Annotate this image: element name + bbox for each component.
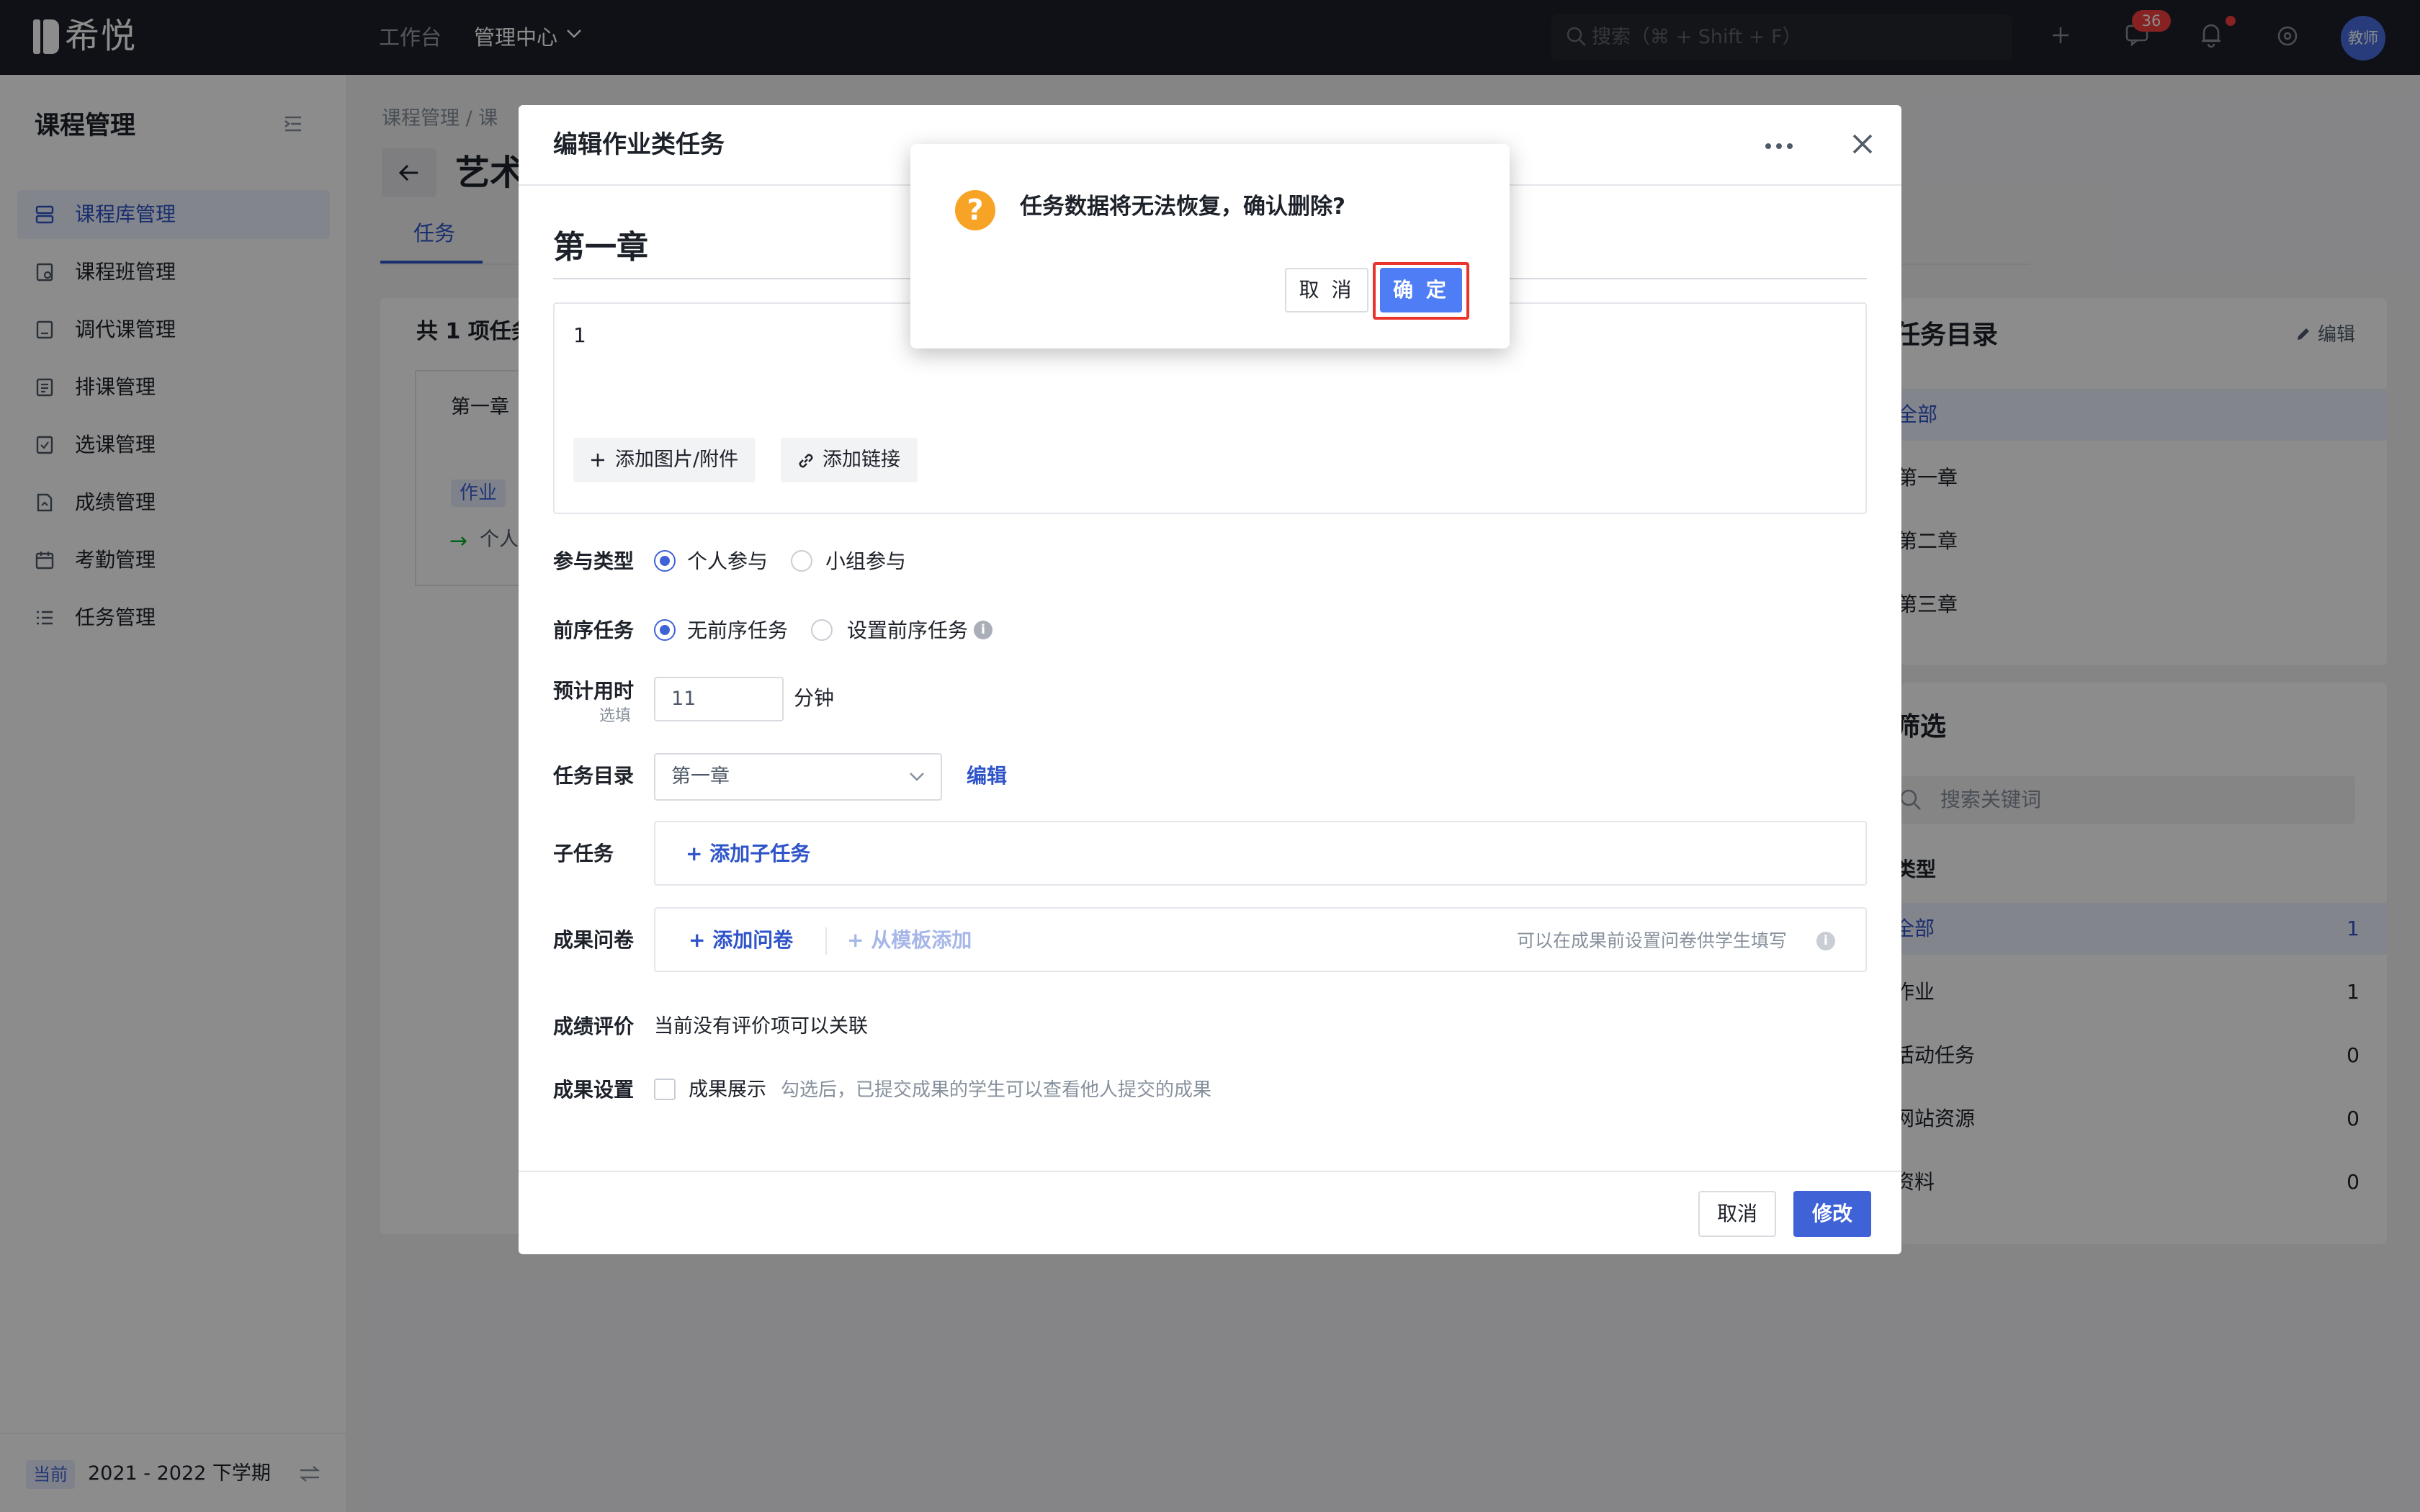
prerequisite-label: 前序任务 (553, 618, 635, 642)
radio-group-label[interactable]: 小组参与 (825, 547, 906, 576)
confirm-cancel-button[interactable]: 取 消 (1285, 268, 1368, 312)
plus-icon: + (847, 928, 871, 952)
plus-icon (591, 454, 604, 467)
radio-group[interactable] (791, 550, 812, 572)
radio-individual[interactable] (654, 550, 676, 572)
confirm-ok-button[interactable]: 确 定 (1380, 268, 1462, 312)
time-unit: 分钟 (794, 686, 835, 710)
question-icon: ? (955, 190, 995, 230)
chevron-down-icon (910, 773, 924, 781)
task-directory-label: 任务目录 (553, 764, 635, 788)
outcome-settings-label: 成果设置 (553, 1078, 635, 1102)
modal-title: 编辑作业类任务 (553, 130, 725, 159)
optional-hint: 选填 (599, 707, 632, 725)
outcome-display-hint: 勾选后，已提交成果的学生可以查看他人提交的成果 (781, 1079, 1212, 1101)
radio-set-prerequisite-label[interactable]: 设置前序任务 (847, 616, 968, 645)
task-directory-select[interactable]: 第一章 (654, 753, 942, 801)
description-text: 1 (573, 323, 586, 347)
delete-confirm-dialog: ? 任务数据将无法恢复，确认删除? 取 消 确 定 (910, 144, 1510, 348)
confirm-message: 任务数据将无法恢复，确认删除? (1020, 194, 1345, 220)
close-icon[interactable] (1848, 130, 1877, 158)
outcome-display-label[interactable]: 成果展示 (689, 1076, 766, 1104)
radio-no-prerequisite-label[interactable]: 无前序任务 (687, 616, 788, 645)
plus-icon: + (689, 928, 713, 952)
subtask-area: + 添加子任务 (654, 821, 1867, 886)
estimated-time-input[interactable]: 11 (654, 677, 784, 721)
directory-edit-button[interactable]: 编辑 (967, 762, 1007, 791)
info-icon[interactable]: i (1816, 932, 1835, 950)
survey-hint: 可以在成果前设置问卷供学生填写 (1517, 930, 1788, 951)
add-link-button[interactable]: 添加链接 (781, 438, 918, 482)
add-subtask-button[interactable]: + 添加子任务 (686, 840, 810, 868)
chapter-heading: 第一章 (553, 229, 648, 266)
subtask-label: 子任务 (553, 842, 614, 865)
add-from-template-button[interactable]: + 从模板添加 (847, 926, 972, 955)
participation-type-label: 参与类型 (553, 549, 635, 573)
survey-label: 成果问卷 (553, 928, 635, 952)
estimated-time-label: 预计用时 (553, 679, 635, 703)
grading-text: 当前没有评价项可以关联 (654, 1015, 868, 1038)
add-survey-button[interactable]: + 添加问卷 (689, 926, 793, 955)
link-icon (799, 454, 813, 468)
add-link-label: 添加链接 (823, 449, 900, 471)
add-image-label: 添加图片/附件 (615, 449, 739, 471)
outcome-display-checkbox[interactable] (654, 1079, 676, 1100)
add-image-attachment-button[interactable]: 添加图片/附件 (573, 438, 756, 482)
survey-divider (825, 927, 827, 955)
modal-cancel-button[interactable]: 取消 (1698, 1191, 1776, 1237)
radio-no-prerequisite[interactable] (654, 619, 676, 641)
radio-individual-label[interactable]: 个人参与 (687, 547, 768, 576)
modal-submit-button[interactable]: 修改 (1793, 1191, 1871, 1237)
plus-icon: + (686, 842, 710, 865)
survey-area: + 添加问卷 + 从模板添加 可以在成果前设置问卷供学生填写 i (654, 907, 1867, 972)
info-icon[interactable]: i (974, 621, 992, 639)
radio-set-prerequisite[interactable] (811, 619, 833, 641)
grading-label: 成绩评价 (553, 1014, 635, 1038)
modal-footer-divider (519, 1171, 1901, 1172)
more-horizontal-icon[interactable] (1765, 143, 1793, 150)
